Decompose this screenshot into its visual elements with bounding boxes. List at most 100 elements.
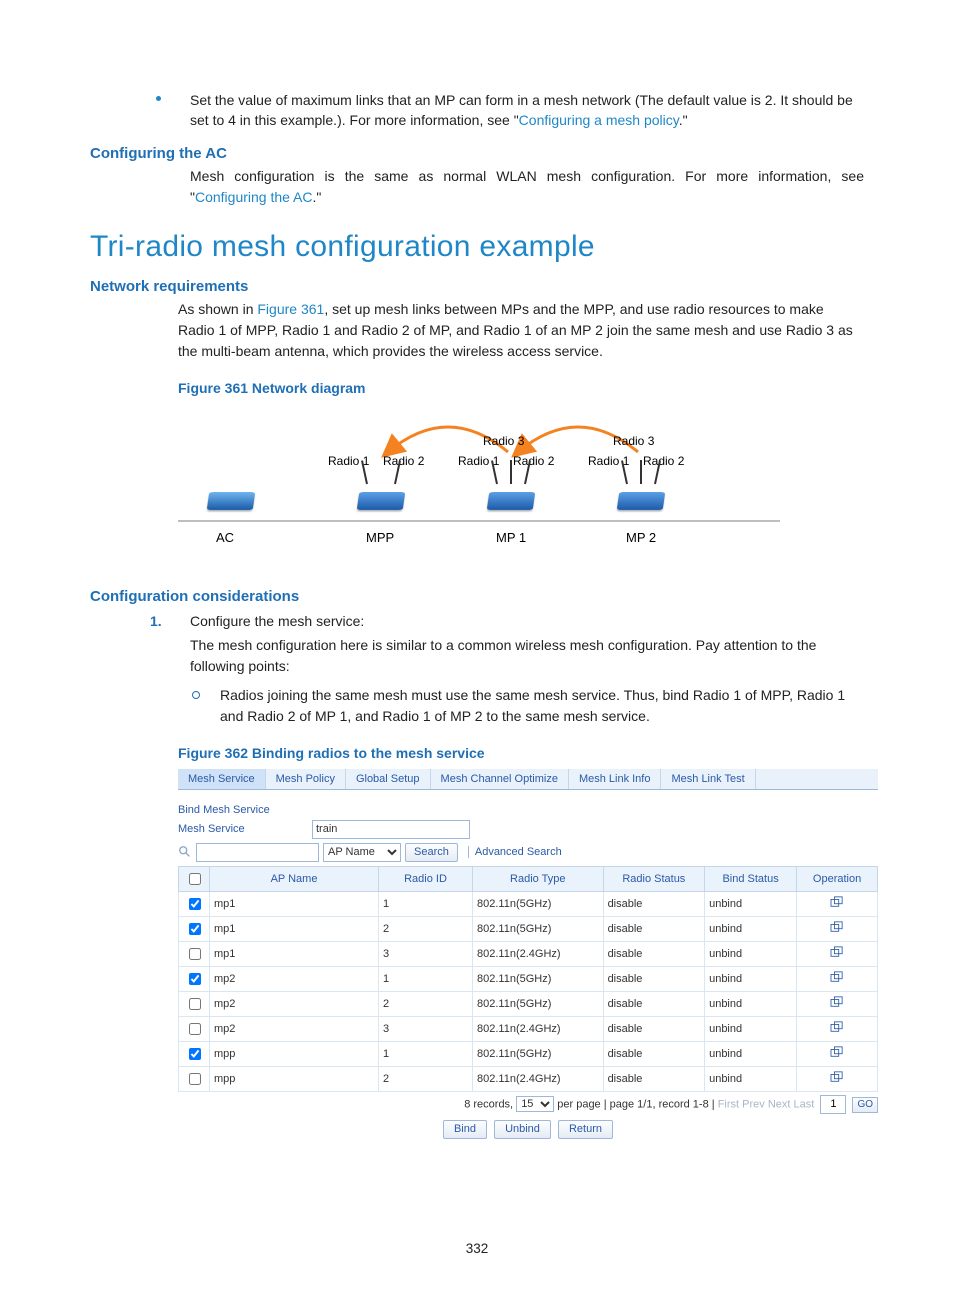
table-row: mpp1802.11n(5GHz)disableunbind bbox=[179, 1041, 878, 1066]
node-label-mp1: MP 1 bbox=[496, 530, 526, 545]
cell-radio-status: disable bbox=[603, 941, 705, 966]
row-checkbox[interactable] bbox=[189, 973, 201, 985]
go-button[interactable]: GO bbox=[852, 1097, 878, 1113]
node-label-ac: AC bbox=[216, 530, 234, 545]
pager: 8 records, 15 per page | page 1/1, recor… bbox=[178, 1095, 878, 1114]
unbind-button[interactable]: Unbind bbox=[494, 1120, 551, 1139]
tab-mesh-link-info[interactable]: Mesh Link Info bbox=[569, 769, 662, 789]
label-mp2-r2: Radio 2 bbox=[643, 454, 684, 468]
select-all-checkbox[interactable] bbox=[189, 873, 201, 885]
tab-spacer bbox=[756, 769, 878, 789]
row-checkbox[interactable] bbox=[189, 1048, 201, 1060]
row-checkbox[interactable] bbox=[189, 948, 201, 960]
cell-radio-type: 802.11n(5GHz) bbox=[473, 1041, 604, 1066]
filter-field-select[interactable]: AP Name bbox=[323, 843, 401, 862]
cell-radio-status: disable bbox=[603, 891, 705, 916]
heading-config-considerations: Configuration considerations bbox=[90, 588, 864, 605]
col-ap-name: AP Name bbox=[210, 866, 379, 891]
cell-radio-id: 1 bbox=[379, 891, 473, 916]
search-button[interactable]: Search bbox=[405, 843, 458, 862]
row-checkbox[interactable] bbox=[189, 1073, 201, 1085]
sub-bullet-text: Radios joining the same mesh must use th… bbox=[220, 687, 845, 724]
diagram-arrows-icon bbox=[178, 404, 780, 560]
link-mesh-policy[interactable]: Configuring a mesh policy bbox=[519, 112, 679, 128]
operation-icon[interactable] bbox=[797, 1066, 878, 1091]
figure-362-caption: Figure 362 Binding radios to the mesh se… bbox=[178, 745, 864, 761]
step-number: 1. bbox=[150, 613, 168, 629]
cell-ap-name: mp1 bbox=[210, 916, 379, 941]
cell-radio-type: 802.11n(2.4GHz) bbox=[473, 1016, 604, 1041]
text-post: ." bbox=[313, 189, 322, 205]
operation-icon[interactable] bbox=[797, 966, 878, 991]
row-checkbox[interactable] bbox=[189, 998, 201, 1010]
pager-first[interactable]: First bbox=[718, 1098, 739, 1110]
return-button[interactable]: Return bbox=[558, 1120, 613, 1139]
operation-icon[interactable] bbox=[797, 991, 878, 1016]
cell-bind-status: unbind bbox=[705, 916, 797, 941]
tab-mesh-policy[interactable]: Mesh Policy bbox=[266, 769, 346, 789]
table-row: mp11802.11n(5GHz)disableunbind bbox=[179, 891, 878, 916]
cell-radio-id: 1 bbox=[379, 1041, 473, 1066]
operation-icon[interactable] bbox=[797, 891, 878, 916]
link-configuring-ac[interactable]: Configuring the AC bbox=[195, 189, 313, 205]
mesh-service-input[interactable] bbox=[312, 820, 470, 839]
table-row: mp23802.11n(2.4GHz)disableunbind bbox=[179, 1016, 878, 1041]
tab-mesh-service[interactable]: Mesh Service bbox=[178, 769, 266, 789]
tab-global-setup[interactable]: Global Setup bbox=[346, 769, 431, 789]
bind-mesh-service-title: Bind Mesh Service bbox=[178, 804, 878, 816]
col-operation: Operation bbox=[797, 866, 878, 891]
label-mp2-r3: Radio 3 bbox=[613, 434, 654, 448]
table-row: mp21802.11n(5GHz)disableunbind bbox=[179, 966, 878, 991]
cell-radio-type: 802.11n(5GHz) bbox=[473, 916, 604, 941]
radio-table: AP NameRadio IDRadio TypeRadio StatusBin… bbox=[178, 866, 878, 1092]
cell-radio-type: 802.11n(5GHz) bbox=[473, 991, 604, 1016]
mesh-service-row: Mesh Service bbox=[178, 820, 878, 839]
advanced-search-link[interactable]: Advanced Search bbox=[468, 846, 562, 858]
paragraph-network-req: As shown in Figure 361, set up mesh link… bbox=[178, 299, 864, 362]
cell-radio-id: 2 bbox=[379, 991, 473, 1016]
cell-radio-type: 802.11n(5GHz) bbox=[473, 966, 604, 991]
pager-last[interactable]: Last bbox=[794, 1098, 815, 1110]
cell-radio-status: disable bbox=[603, 1066, 705, 1091]
cell-radio-id: 3 bbox=[379, 941, 473, 966]
cell-radio-id: 1 bbox=[379, 966, 473, 991]
pager-next[interactable]: Next bbox=[768, 1098, 791, 1110]
cell-bind-status: unbind bbox=[705, 941, 797, 966]
operation-icon[interactable] bbox=[797, 916, 878, 941]
node-mpp bbox=[358, 484, 404, 522]
tab-mesh-channel-optimize[interactable]: Mesh Channel Optimize bbox=[431, 769, 569, 789]
cell-ap-name: mp1 bbox=[210, 941, 379, 966]
mesh-service-label: Mesh Service bbox=[178, 823, 308, 835]
cell-radio-status: disable bbox=[603, 991, 705, 1016]
bullet-item: Set the value of maximum links that an M… bbox=[156, 90, 864, 131]
cell-bind-status: unbind bbox=[705, 966, 797, 991]
col-bind-status: Bind Status bbox=[705, 866, 797, 891]
cell-radio-id: 2 bbox=[379, 1066, 473, 1091]
cell-radio-type: 802.11n(5GHz) bbox=[473, 891, 604, 916]
cell-bind-status: unbind bbox=[705, 991, 797, 1016]
filter-input[interactable] bbox=[196, 843, 319, 862]
label-mp1-r3: Radio 3 bbox=[483, 434, 524, 448]
pager-prev[interactable]: Prev bbox=[742, 1098, 765, 1110]
bind-button[interactable]: Bind bbox=[443, 1120, 487, 1139]
page-number-input[interactable] bbox=[820, 1095, 846, 1114]
cell-radio-id: 3 bbox=[379, 1016, 473, 1041]
tab-mesh-link-test[interactable]: Mesh Link Test bbox=[661, 769, 755, 789]
pager-mid: per page | page 1/1, record 1-8 | bbox=[557, 1098, 714, 1110]
heading-network-req: Network requirements bbox=[90, 278, 864, 295]
row-checkbox[interactable] bbox=[189, 923, 201, 935]
cell-radio-status: disable bbox=[603, 966, 705, 991]
operation-icon[interactable] bbox=[797, 941, 878, 966]
link-figure-361[interactable]: Figure 361 bbox=[257, 301, 324, 317]
per-page-select[interactable]: 15 bbox=[516, 1096, 554, 1112]
node-mp1 bbox=[488, 484, 534, 522]
diagram-ground-line-icon bbox=[178, 520, 780, 522]
row-checkbox[interactable] bbox=[189, 898, 201, 910]
operation-icon[interactable] bbox=[797, 1016, 878, 1041]
label-mpp-r2: Radio 2 bbox=[383, 454, 424, 468]
cell-ap-name: mp2 bbox=[210, 1016, 379, 1041]
operation-icon[interactable] bbox=[797, 1041, 878, 1066]
col-radio-status: Radio Status bbox=[603, 866, 705, 891]
cell-bind-status: unbind bbox=[705, 1016, 797, 1041]
row-checkbox[interactable] bbox=[189, 1023, 201, 1035]
